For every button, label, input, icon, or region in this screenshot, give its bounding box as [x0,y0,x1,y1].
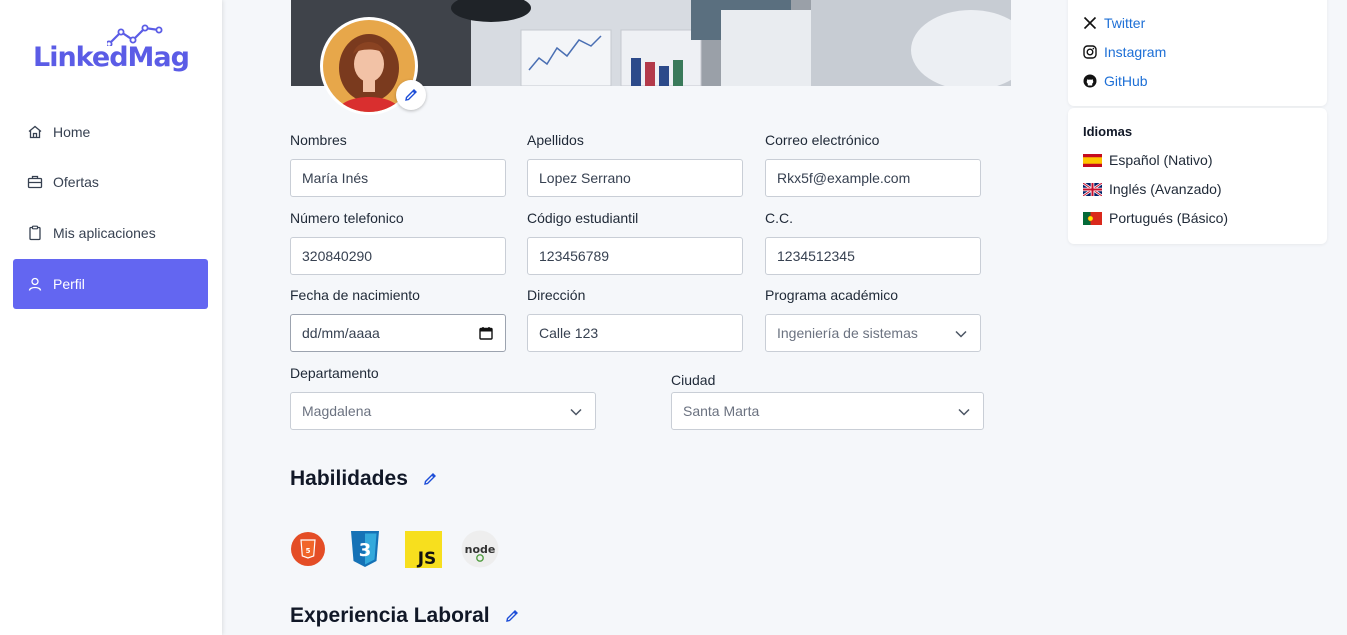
nav-item-label: Perfil [53,276,85,292]
idiomas-card: Idiomas Español (Nativo) Inglés (Avanzad… [1068,108,1327,244]
clipboard-icon [27,225,43,241]
pencil-icon [505,610,518,622]
cc-value: 1234512345 [777,248,855,264]
social-link-twitter[interactable]: Twitter [1083,15,1145,31]
svg-text:node: node [465,543,496,556]
direccion-value: Calle 123 [539,325,599,341]
nav-item-mis-aplicaciones[interactable]: Mis aplicaciones [13,208,208,258]
departamento-label: Departamento [290,365,379,381]
edit-habilidades-button[interactable] [422,471,438,487]
svg-text:3: 3 [359,540,372,561]
chevron-down-icon [955,330,967,338]
telefono-value: 320840290 [302,248,373,264]
html5-icon: 5 [289,530,327,568]
social-label: Twitter [1104,15,1146,31]
correo-input[interactable]: Rkx5f@example.com [765,159,981,197]
chevron-down-icon [958,408,970,416]
correo-label: Correo electrónico [765,132,880,148]
github-icon [1083,74,1097,88]
svg-text:5: 5 [306,547,311,555]
fecha-nacimiento-input[interactable]: dd/mm/aaaa [290,314,506,352]
experiencia-title: Experiencia Laboral [290,604,490,627]
language-label: Portugués (Básico) [1109,210,1229,226]
edit-avatar-button[interactable] [396,80,426,110]
fecha-value: dd/mm/aaaa [302,325,380,341]
nombres-label: Nombres [290,132,347,148]
portugal-flag-icon [1083,211,1102,225]
svg-text:JS: JS [416,549,436,568]
instagram-icon [1083,45,1097,59]
chevron-down-icon [570,408,582,416]
linkedmag-logo[interactable]: LinkedMag [33,24,193,80]
codigo-label: Código estudiantil [527,210,639,226]
calendar-icon[interactable] [479,326,493,340]
social-label: Instagram [1104,44,1167,60]
habilidades-title: Habilidades [290,467,408,490]
edit-experiencia-button[interactable] [504,608,520,624]
language-item: Portugués (Básico) [1083,210,1228,226]
programa-value: Ingeniería de sistemas [777,325,918,341]
ciudad-value: Santa Marta [683,403,760,419]
apellidos-label: Apellidos [527,132,584,148]
language-item: Inglés (Avanzado) [1083,181,1222,197]
programa-label: Programa académico [765,287,899,303]
codigo-value: 123456789 [539,248,610,264]
language-item: Español (Nativo) [1083,152,1213,168]
uk-flag-icon [1083,182,1102,196]
brand-name: LinkedMag [33,42,190,73]
ciudad-label: Ciudad [671,372,716,388]
departamento-value: Magdalena [302,403,372,419]
css3-icon: 3 [346,530,384,568]
departamento-select[interactable]: Magdalena [290,392,596,430]
telefono-label: Número telefonico [290,210,404,226]
nav-item-perfil[interactable]: Perfil [13,259,208,309]
experiencia-heading: Experiencia Laboral [290,604,520,628]
nav-item-label: Mis aplicaciones [53,225,156,241]
direccion-input[interactable]: Calle 123 [527,314,743,352]
apellidos-input[interactable]: Lopez Serrano [527,159,743,197]
codigo-input[interactable]: 123456789 [527,237,743,275]
programa-select[interactable]: Ingeniería de sistemas [765,314,981,352]
telefono-input[interactable]: 320840290 [290,237,506,275]
correo-value: Rkx5f@example.com [777,170,911,186]
language-label: Español (Nativo) [1109,152,1213,168]
cc-label: C.C. [765,210,793,226]
nav-item-label: Home [53,124,91,140]
habilidades-heading: Habilidades [290,467,438,491]
cc-input[interactable]: 1234512345 [765,237,981,275]
sidebar: LinkedMag Home Ofertas Mis aplicaciones … [0,0,222,635]
ciudad-select[interactable]: Santa Marta [671,392,984,430]
nodejs-icon: node [461,530,499,568]
direccion-label: Dirección [527,287,586,303]
apellidos-value: Lopez Serrano [539,170,631,186]
nav-item-label: Ofertas [53,174,99,190]
pencil-icon [423,473,436,485]
javascript-icon: JS [404,530,442,568]
x-twitter-icon [1083,16,1097,30]
nav-item-home[interactable]: Home [13,107,208,157]
nombres-input[interactable]: María Inés [290,159,506,197]
spain-flag-icon [1083,153,1102,167]
social-link-instagram[interactable]: Instagram [1083,44,1166,60]
language-label: Inglés (Avanzado) [1109,181,1222,197]
user-icon [27,276,43,292]
fecha-label: Fecha de nacimiento [290,287,420,303]
pencil-icon [405,89,417,101]
idiomas-title: Idiomas [1083,124,1133,139]
nav-item-ofertas[interactable]: Ofertas [13,157,208,207]
social-links-card: Twitter Instagram GitHub [1068,0,1327,106]
home-icon [27,124,43,140]
social-link-github[interactable]: GitHub [1083,73,1148,89]
briefcase-icon [27,174,43,190]
nombres-value: María Inés [302,170,369,186]
social-label: GitHub [1104,73,1148,89]
